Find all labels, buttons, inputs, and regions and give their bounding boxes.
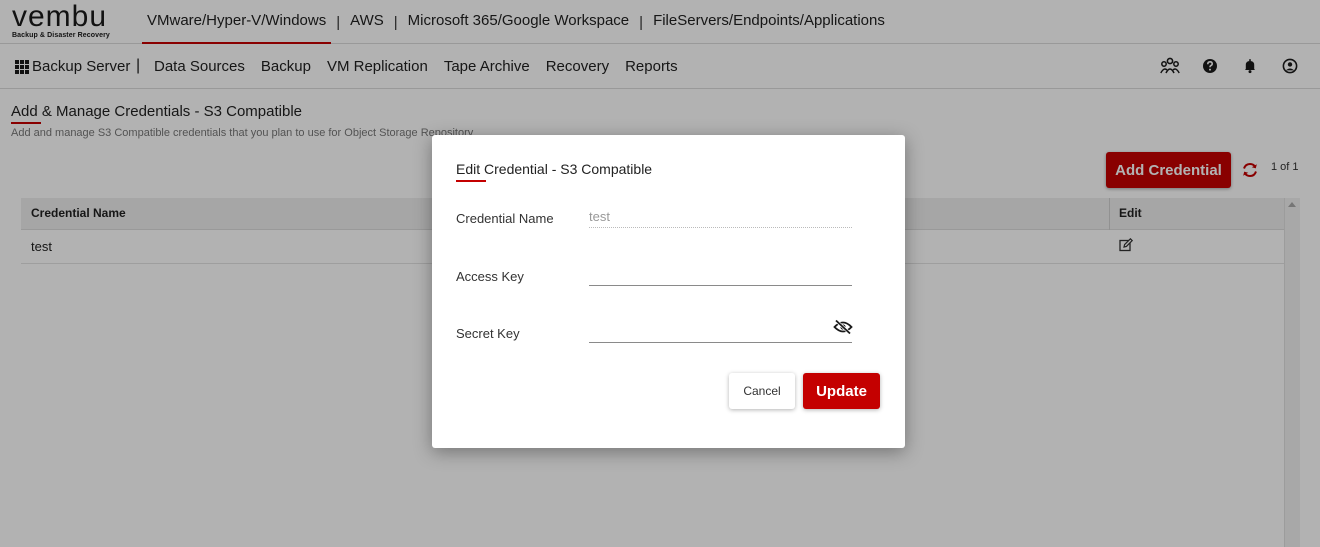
access-key-underline — [589, 285, 852, 286]
cancel-button[interactable]: Cancel — [729, 373, 795, 409]
toggle-visibility-icon[interactable] — [833, 319, 853, 335]
dialog-title: Edit Credential - S3 Compatible — [456, 161, 653, 177]
access-key-label: Access Key — [456, 269, 524, 284]
credential-name-label: Credential Name — [456, 211, 554, 226]
credential-name-underline — [589, 227, 852, 228]
dialog-title-underline — [456, 180, 486, 182]
edit-credential-dialog: Edit Credential - S3 Compatible Credenti… — [432, 135, 905, 448]
secret-key-label: Secret Key — [456, 326, 520, 341]
credential-name-field — [589, 205, 829, 227]
update-button[interactable]: Update — [803, 373, 880, 409]
secret-key-field[interactable] — [589, 319, 829, 341]
access-key-field[interactable] — [589, 262, 829, 284]
secret-key-underline — [589, 342, 852, 343]
